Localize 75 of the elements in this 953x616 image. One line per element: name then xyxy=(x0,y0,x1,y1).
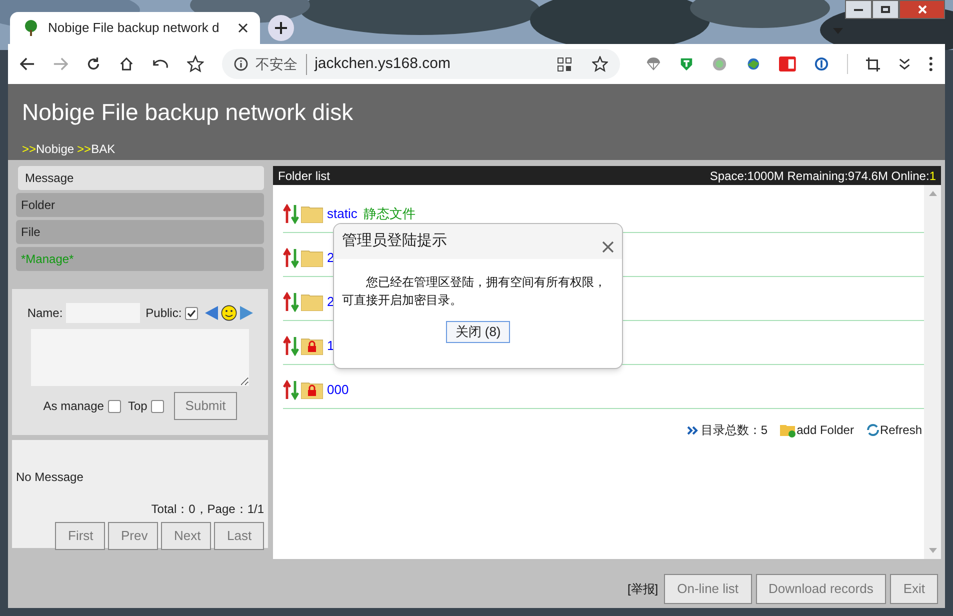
menu-icon[interactable] xyxy=(929,56,934,72)
dialog-message: 您已经在管理区登陆，拥有空间有所有权限，可直接开启加密目录。 xyxy=(341,274,607,309)
as-manage-label: As manage xyxy=(43,398,104,415)
message-field[interactable] xyxy=(31,329,249,386)
close-icon[interactable] xyxy=(238,23,248,33)
right-arrow-icon[interactable] xyxy=(240,306,253,320)
storage-info: Space:1000M Remaining:974.6M Online:1 xyxy=(710,168,936,184)
folder-list-title: Folder list xyxy=(278,168,330,184)
checkbox[interactable] xyxy=(108,400,121,412)
empty-message: No Message xyxy=(16,469,84,486)
pagination-summary: Total：0，Page：1/1 xyxy=(151,501,264,518)
close-dialog-button[interactable]: 关闭 (8) xyxy=(446,321,510,343)
reload-icon[interactable] xyxy=(86,56,101,72)
breadcrumb-link[interactable]: >>Nobige xyxy=(22,140,74,158)
pagination-button[interactable]: Next xyxy=(161,522,211,550)
folder-link[interactable]: 1 xyxy=(327,336,334,356)
folder-description: 静态文件 xyxy=(363,204,416,223)
folder-link[interactable]: static xyxy=(327,204,358,224)
pagination-button[interactable]: First xyxy=(55,522,105,550)
close-icon xyxy=(918,5,926,14)
add-folder-icon xyxy=(780,422,797,438)
url-text: jackchen.ys168.com xyxy=(314,54,452,74)
address-bar[interactable]: 不安全 jackchen.ys168.com xyxy=(222,49,620,79)
sidebar-item[interactable]: Folder xyxy=(16,193,264,217)
qr-code-icon[interactable] xyxy=(556,56,572,72)
star-icon[interactable] xyxy=(186,55,204,73)
public-label: Public: xyxy=(146,305,182,322)
star-icon[interactable] xyxy=(592,56,608,72)
add-folder-link[interactable]: add Folder xyxy=(780,421,854,439)
pagination-button[interactable]: Last xyxy=(214,522,264,550)
sidebar-item[interactable]: File xyxy=(16,220,264,244)
pagination-button[interactable]: Prev xyxy=(108,522,158,550)
top-label: Top xyxy=(128,398,148,415)
home-icon[interactable] xyxy=(118,56,134,72)
password-icon[interactable] xyxy=(814,56,830,72)
security-label: 不安全 xyxy=(256,54,307,74)
parachute-icon[interactable] xyxy=(646,56,661,72)
sidebar-item[interactable]: Message xyxy=(18,166,264,190)
refresh-icon xyxy=(866,423,880,437)
folder-link[interactable]: 000 xyxy=(327,380,349,400)
report-link[interactable]: [举报] xyxy=(627,580,658,598)
sort-arrows-icon[interactable] xyxy=(283,248,299,268)
sort-arrows-icon[interactable] xyxy=(283,204,299,224)
minimize-button[interactable] xyxy=(845,0,872,19)
footer-button[interactable]: Exit xyxy=(890,574,938,604)
sort-arrows-icon[interactable] xyxy=(283,292,299,312)
sort-arrows-icon[interactable] xyxy=(283,336,299,356)
checkbox[interactable] xyxy=(184,306,198,320)
info-icon xyxy=(234,57,248,71)
checkbox[interactable] xyxy=(151,400,164,412)
extension-icon[interactable] xyxy=(779,56,796,72)
double-chevron-icon xyxy=(686,426,698,434)
left-arrow-icon[interactable] xyxy=(204,306,218,320)
refresh-link[interactable]: Refresh xyxy=(866,421,922,439)
shield-icon[interactable] xyxy=(678,56,694,72)
smiley-icon[interactable] xyxy=(220,305,237,321)
back-icon[interactable] xyxy=(20,57,35,71)
crop-icon[interactable] xyxy=(866,56,880,72)
undo-icon[interactable] xyxy=(152,58,169,70)
tree-icon xyxy=(22,19,40,37)
maximize-button[interactable] xyxy=(872,0,899,19)
plus-icon xyxy=(275,22,287,34)
footer-button[interactable]: Download records xyxy=(756,574,886,604)
footer-button[interactable]: On-line list xyxy=(664,574,752,604)
site-title: Nobige File backup network disk xyxy=(22,98,354,126)
name-label: Name: xyxy=(27,305,63,322)
sort-arrows-icon[interactable] xyxy=(283,380,299,400)
breadcrumb-link[interactable]: >>BAK xyxy=(77,140,116,158)
tab-title: Nobige File backup network d xyxy=(48,19,220,38)
folder-count: 目录总数：5 xyxy=(700,422,768,439)
submit-button[interactable]: Submit xyxy=(174,392,237,420)
browser-tab[interactable]: Nobige File backup network d xyxy=(10,12,260,44)
close-button[interactable] xyxy=(899,0,945,19)
chevrons-down-icon[interactable] xyxy=(898,57,912,71)
dialog-title: 管理员登陆提示 xyxy=(342,231,447,252)
